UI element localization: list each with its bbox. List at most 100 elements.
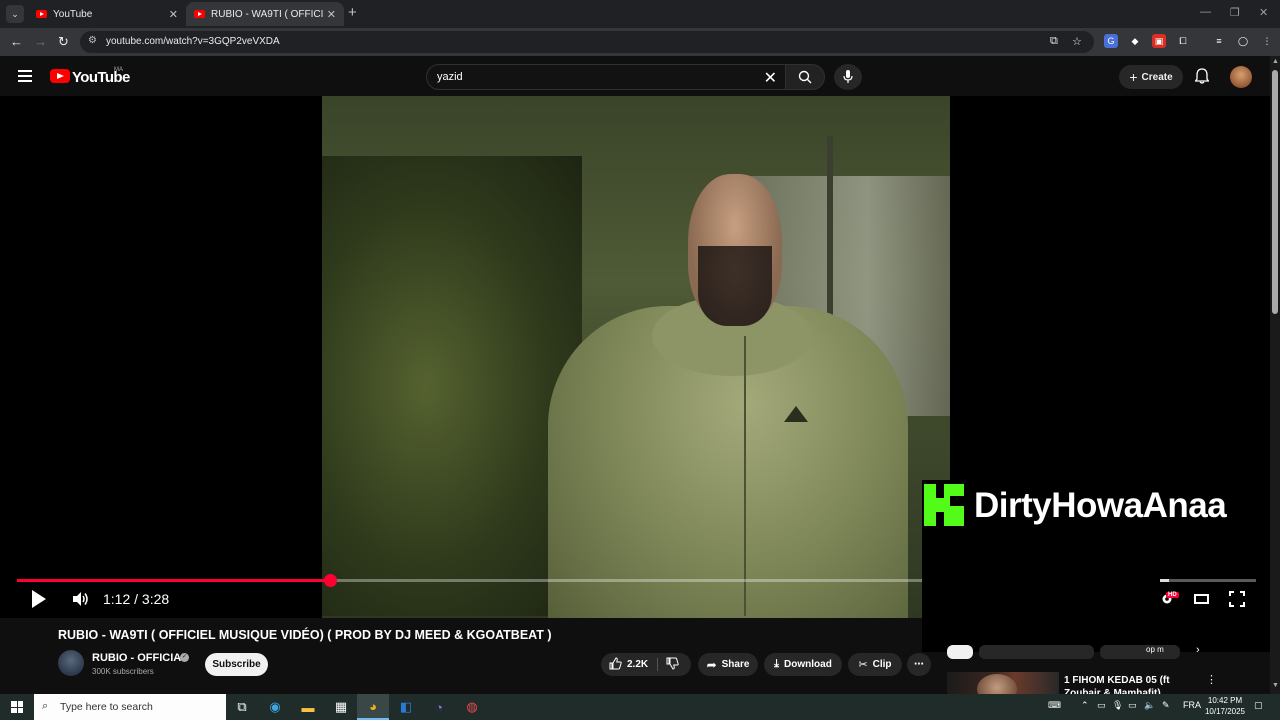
channel-avatar[interactable] [58,650,84,676]
youtube-header: YouTube MA yazid ✕ + Create [0,56,1270,96]
theater-mode-icon[interactable] [1194,594,1209,604]
chevron-right-icon[interactable]: › [1196,644,1200,656]
create-button[interactable]: + Create [1119,65,1183,89]
play-icon[interactable] [32,590,46,608]
bell-icon [1194,68,1210,84]
restore-icon[interactable]: ❐ [1230,6,1240,19]
voice-search-button[interactable] [834,64,862,90]
site-info-icon[interactable]: ⚙ [88,35,100,47]
kick-logo-cut [950,496,964,506]
tab-search-button[interactable]: ⌄ [6,5,24,23]
notifications-button[interactable] [1194,68,1210,89]
reload-icon[interactable]: ↻ [58,34,69,50]
notification-center-icon[interactable]: ▢ [1254,700,1263,711]
clip-button[interactable]: ✂ Clip [848,653,902,676]
keyboard-tray-icon[interactable]: ⌨ [1048,700,1061,711]
hamburger-menu-icon[interactable] [18,70,32,82]
video-scene-zip [744,336,746,616]
fullscreen-button[interactable] [1229,591,1245,612]
network-icon[interactable]: ▭ [1128,700,1137,711]
browser-menu-icon[interactable]: ⋮ [1260,34,1274,48]
progress-bar[interactable] [17,574,922,587]
scissors-icon: ✂ [858,659,868,671]
scroll-up-icon[interactable]: ▲ [1272,58,1279,65]
browser-tab-strip: ⌄ YouTube ✕ RUBIO - WA9TI ( OFFICIEL MUS… [0,0,1280,28]
streamer-overlay: DirtyHowaAnaa [922,480,1280,652]
tab-title: YouTube [53,8,93,20]
chip-filter[interactable] [979,645,1094,659]
user-avatar[interactable] [1230,66,1252,88]
close-tab-icon[interactable]: ✕ [327,8,336,21]
close-window-icon[interactable]: ✕ [1259,6,1268,19]
subscribe-button[interactable]: Subscribe [205,653,268,676]
profile-icon[interactable]: ◯ [1236,34,1250,48]
translate-extension-icon[interactable]: G [1104,34,1118,48]
clock-time: 10:42 PM [1207,696,1243,705]
video-frame[interactable] [322,96,950,618]
clear-search-icon[interactable]: ✕ [764,68,777,88]
chip-all[interactable] [947,645,973,659]
show-hidden-icons[interactable]: ⌃ [1081,700,1089,711]
fullscreen-icon [1229,591,1245,607]
download-icon: ⤓ [774,658,780,670]
red-extension-icon[interactable]: ▣ [1152,34,1166,48]
windows-start-icon[interactable] [11,701,23,713]
pen-tray-icon[interactable]: ✎ [1162,700,1170,711]
thumbs-up-icon[interactable] [609,656,622,673]
microphone-icon [843,70,853,83]
download-button[interactable]: ⤓ Download [764,653,842,676]
search-input[interactable]: yazid ✕ [426,64,786,90]
volume-tray-icon[interactable]: 🔈 [1144,700,1155,711]
scroll-down-icon[interactable]: ▼ [1272,682,1279,689]
bookmark-star-icon[interactable]: ☆ [1072,35,1082,48]
back-icon[interactable]: ← [10,34,23,49]
messenger-icon[interactable]: ◔ [423,694,455,720]
like-count[interactable]: 2.2K [627,659,648,670]
recommendation-title[interactable]: 1 FIHOM KEDAB 05 (ft Zoubair & Mamhafit) [1064,674,1196,694]
edge-browser-icon[interactable]: ◉ [259,694,291,720]
file-explorer-icon[interactable]: ▬ [292,694,324,720]
install-app-icon[interactable]: ⧉ [1050,35,1058,48]
outlook-icon[interactable]: ◧ [390,694,422,720]
chrome-browser-icon[interactable]: ◕ [357,694,389,720]
microphone-tray-icon[interactable]: 🎙 [1112,700,1123,711]
diamond-extension-icon[interactable]: ◆ [1128,34,1142,48]
taskbar-search-box[interactable]: ⌕ Type here to search [34,694,226,720]
clip-label: Clip [872,659,892,670]
youtube-favicon-icon [194,10,205,18]
address-bar[interactable]: ⚙ youtube.com/watch?v=3GQP2veVXDA ⧉ ☆ [80,31,1094,53]
progress-bar-segment[interactable] [1160,579,1256,582]
more-vertical-icon[interactable]: ⋮ [1206,673,1217,686]
new-tab-button[interactable]: + [348,5,357,21]
thumbs-down-icon[interactable] [666,657,679,675]
meet-now-icon[interactable]: ▭ [1097,700,1106,711]
extensions-puzzle-icon[interactable]: ⧠ [1176,34,1190,48]
recommendation-thumbnail[interactable] [947,672,1059,694]
task-view-icon[interactable]: ⧉ [226,694,258,720]
volume-button[interactable] [72,591,90,612]
share-button[interactable]: ➦ Share [698,653,758,676]
reading-list-icon[interactable]: ≡ [1212,34,1226,48]
browser-tab-youtube[interactable]: YouTube ✕ [28,2,186,26]
more-actions-button[interactable]: ⋯ [907,653,931,676]
chip-label-partial: op m [1146,645,1164,654]
channel-name[interactable]: RUBIO - OFFICIAL [92,652,188,664]
video-scene-beard [698,246,772,326]
share-icon: ➦ [706,657,717,672]
search-button[interactable] [785,64,825,90]
youtube-logo-icon[interactable] [50,69,70,83]
recording-app-icon[interactable]: ◍ [456,694,488,720]
page-scrollbar[interactable]: ▲ ▼ [1270,56,1280,694]
minimize-icon[interactable]: — [1200,6,1211,18]
taskbar-clock[interactable]: 10:42 PM 10/17/2025 [1200,695,1250,717]
language-indicator[interactable]: FRA [1183,700,1201,710]
search-query: yazid [437,71,463,83]
microsoft-store-icon[interactable]: ▦ [325,694,357,720]
close-tab-icon[interactable]: ✕ [169,8,178,21]
chip-filter[interactable] [1100,645,1180,659]
forward-icon[interactable]: → [34,34,47,49]
country-code: MA [114,67,123,73]
scrollbar-thumb[interactable] [1272,70,1278,314]
browser-tab-video[interactable]: RUBIO - WA9TI ( OFFICIEL MUS ✕ [186,2,344,26]
browser-toolbar: ← → ↻ ⚙ youtube.com/watch?v=3GQP2veVXDA … [0,28,1280,56]
